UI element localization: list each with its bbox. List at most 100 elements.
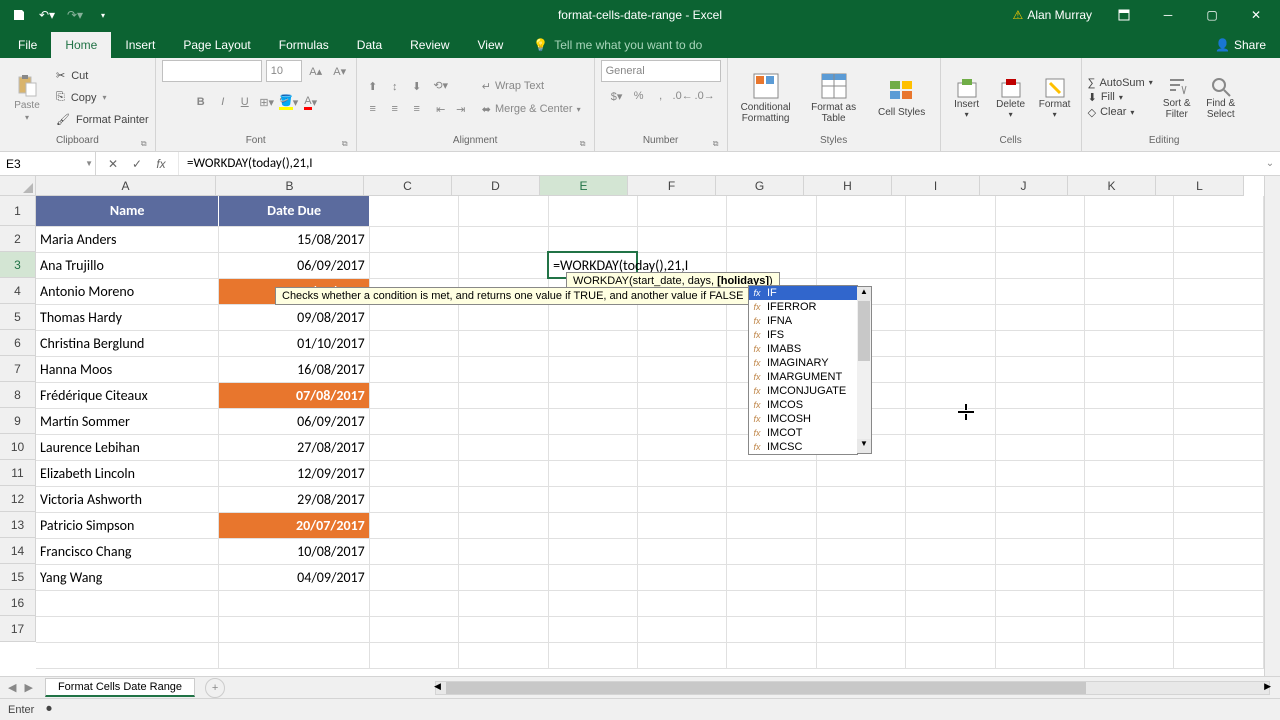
column-header[interactable]: L [1156, 176, 1244, 196]
column-header[interactable]: K [1068, 176, 1156, 196]
merge-center-button[interactable]: ⬌Merge & Center▾ [475, 100, 588, 119]
scroll-up-icon[interactable]: ▲ [857, 287, 871, 301]
align-bottom-icon[interactable]: ⬇ [407, 77, 427, 97]
name-cell[interactable]: Martín Sommer [36, 408, 219, 434]
name-cell[interactable]: Antonio Moreno [36, 278, 219, 304]
number-format-select[interactable]: General [601, 60, 721, 82]
autocomplete-scrollbar[interactable]: ▲ ▼ [857, 286, 872, 454]
italic-button[interactable]: I [213, 92, 233, 112]
format-painter-button[interactable]: 🖌Format Painter [56, 110, 149, 130]
date-cell[interactable]: 04/09/2017 [219, 564, 369, 590]
row-header[interactable]: 17 [0, 616, 36, 642]
clear-button[interactable]: ◇Clear▾ [1088, 106, 1153, 119]
clipboard-launcher-icon[interactable]: ⧉ [139, 139, 149, 149]
row-header[interactable]: 13 [0, 512, 36, 538]
tab-page-layout[interactable]: Page Layout [169, 32, 264, 58]
row-header[interactable]: 2 [0, 226, 36, 252]
maximize-icon[interactable]: ▢ [1192, 0, 1232, 30]
ribbon-display-icon[interactable] [1104, 0, 1144, 30]
align-top-icon[interactable]: ⬆ [363, 77, 383, 97]
row-header[interactable]: 4 [0, 278, 36, 304]
date-cell[interactable]: 01/10/2017 [219, 330, 369, 356]
font-launcher-icon[interactable]: ⧉ [340, 139, 350, 149]
sheet-nav-prev-icon[interactable]: ◀ [8, 681, 16, 694]
increase-indent-icon[interactable]: ⇥ [451, 100, 471, 120]
scroll-down-icon[interactable]: ▼ [857, 439, 871, 453]
undo-icon[interactable]: ↶▾ [34, 1, 60, 29]
delete-cells-button[interactable]: Delete▾ [991, 77, 1031, 119]
name-cell[interactable]: Patricio Simpson [36, 512, 219, 538]
expand-formula-bar-icon[interactable]: ⌄ [1260, 158, 1280, 169]
autocomplete-item[interactable]: fxIF [749, 286, 857, 300]
row-header[interactable]: 7 [0, 356, 36, 382]
date-cell[interactable]: 29/08/2017 [219, 486, 369, 512]
orientation-icon[interactable]: ⟲▾ [431, 76, 451, 96]
conditional-formatting-button[interactable]: Conditional Formatting [734, 72, 798, 124]
autocomplete-item[interactable]: fxIMCOT [749, 426, 857, 440]
name-cell[interactable]: Frédérique Citeaux [36, 382, 219, 408]
formula-input[interactable]: =WORKDAY(today(),21,I [179, 156, 1260, 171]
row-header[interactable]: 5 [0, 304, 36, 330]
underline-button[interactable]: U [235, 92, 255, 112]
tab-data[interactable]: Data [343, 32, 396, 58]
row-header[interactable]: 8 [0, 382, 36, 408]
name-cell[interactable]: Francisco Chang [36, 538, 219, 564]
name-cell[interactable]: Ana Trujillo [36, 252, 219, 278]
align-right-icon[interactable]: ≡ [407, 99, 427, 119]
insert-function-icon[interactable]: fx [150, 153, 172, 175]
tab-review[interactable]: Review [396, 32, 463, 58]
tab-home[interactable]: Home [51, 32, 111, 58]
row-header[interactable]: 1 [0, 196, 36, 226]
accounting-format-icon[interactable]: $▾ [607, 86, 627, 106]
row-header[interactable]: 3 [0, 252, 36, 278]
fill-color-button[interactable]: 🪣▾ [279, 92, 299, 112]
date-cell[interactable]: 07/08/2017 [219, 382, 369, 408]
bold-button[interactable]: B [191, 92, 211, 112]
chevron-down-icon[interactable]: ▼ [85, 159, 93, 168]
sheet-nav-next-icon[interactable]: ▶ [24, 681, 32, 694]
tab-formulas[interactable]: Formulas [265, 32, 343, 58]
date-cell[interactable]: 09/08/2017 [219, 304, 369, 330]
column-header[interactable]: A [36, 176, 216, 196]
column-header[interactable]: D [452, 176, 540, 196]
autocomplete-item[interactable]: fxIFNA [749, 314, 857, 328]
date-cell[interactable]: 27/08/2017 [219, 434, 369, 460]
column-header[interactable]: J [980, 176, 1068, 196]
cut-button[interactable]: ✂Cut [56, 66, 149, 86]
column-header[interactable]: G [716, 176, 804, 196]
tab-file[interactable]: File [4, 32, 51, 58]
increase-decimal-icon[interactable]: .0← [673, 86, 693, 106]
autocomplete-item[interactable]: fxIMCONJUGATE [749, 384, 857, 398]
sheet-tab-active[interactable]: Format Cells Date Range [45, 678, 195, 697]
column-header[interactable]: I [892, 176, 980, 196]
format-cells-button[interactable]: Format▾ [1035, 77, 1075, 119]
name-cell[interactable]: Hanna Moos [36, 356, 219, 382]
autocomplete-item[interactable]: fxIFERROR [749, 300, 857, 314]
horizontal-scrollbar[interactable]: ◀ ▶ [435, 681, 1270, 695]
autocomplete-item[interactable]: fxIMAGINARY [749, 356, 857, 370]
name-cell[interactable]: Maria Anders [36, 226, 219, 252]
autosum-button[interactable]: ∑AutoSum▾ [1088, 77, 1153, 89]
column-header[interactable]: F [628, 176, 716, 196]
autocomplete-item[interactable]: fxIMARGUMENT [749, 370, 857, 384]
row-header[interactable]: 15 [0, 564, 36, 590]
percent-format-icon[interactable]: % [629, 86, 649, 106]
alignment-launcher-icon[interactable]: ⧉ [578, 139, 588, 149]
cells-area[interactable]: NameDate DueMaria Anders15/08/2017Ana Tr… [36, 196, 1264, 676]
paste-button[interactable]: Paste ▾ [6, 64, 48, 132]
row-header[interactable]: 12 [0, 486, 36, 512]
date-cell[interactable]: 16/08/2017 [219, 356, 369, 382]
add-sheet-button[interactable]: + [205, 678, 225, 698]
date-cell[interactable]: 10/08/2017 [219, 538, 369, 564]
tab-insert[interactable]: Insert [111, 32, 169, 58]
minimize-icon[interactable]: ─ [1148, 0, 1188, 30]
decrease-font-icon[interactable]: A▾ [330, 61, 350, 81]
vertical-scrollbar[interactable] [1264, 176, 1280, 676]
name-cell[interactable]: Laurence Lebihan [36, 434, 219, 460]
increase-font-icon[interactable]: A▴ [306, 61, 326, 81]
cancel-formula-icon[interactable]: ✕ [102, 153, 124, 175]
date-cell[interactable]: 06/09/2017 [219, 408, 369, 434]
qat-customize-icon[interactable]: ▾ [90, 1, 116, 29]
autocomplete-item[interactable]: fxIMCOSH [749, 412, 857, 426]
tab-view[interactable]: View [464, 32, 518, 58]
